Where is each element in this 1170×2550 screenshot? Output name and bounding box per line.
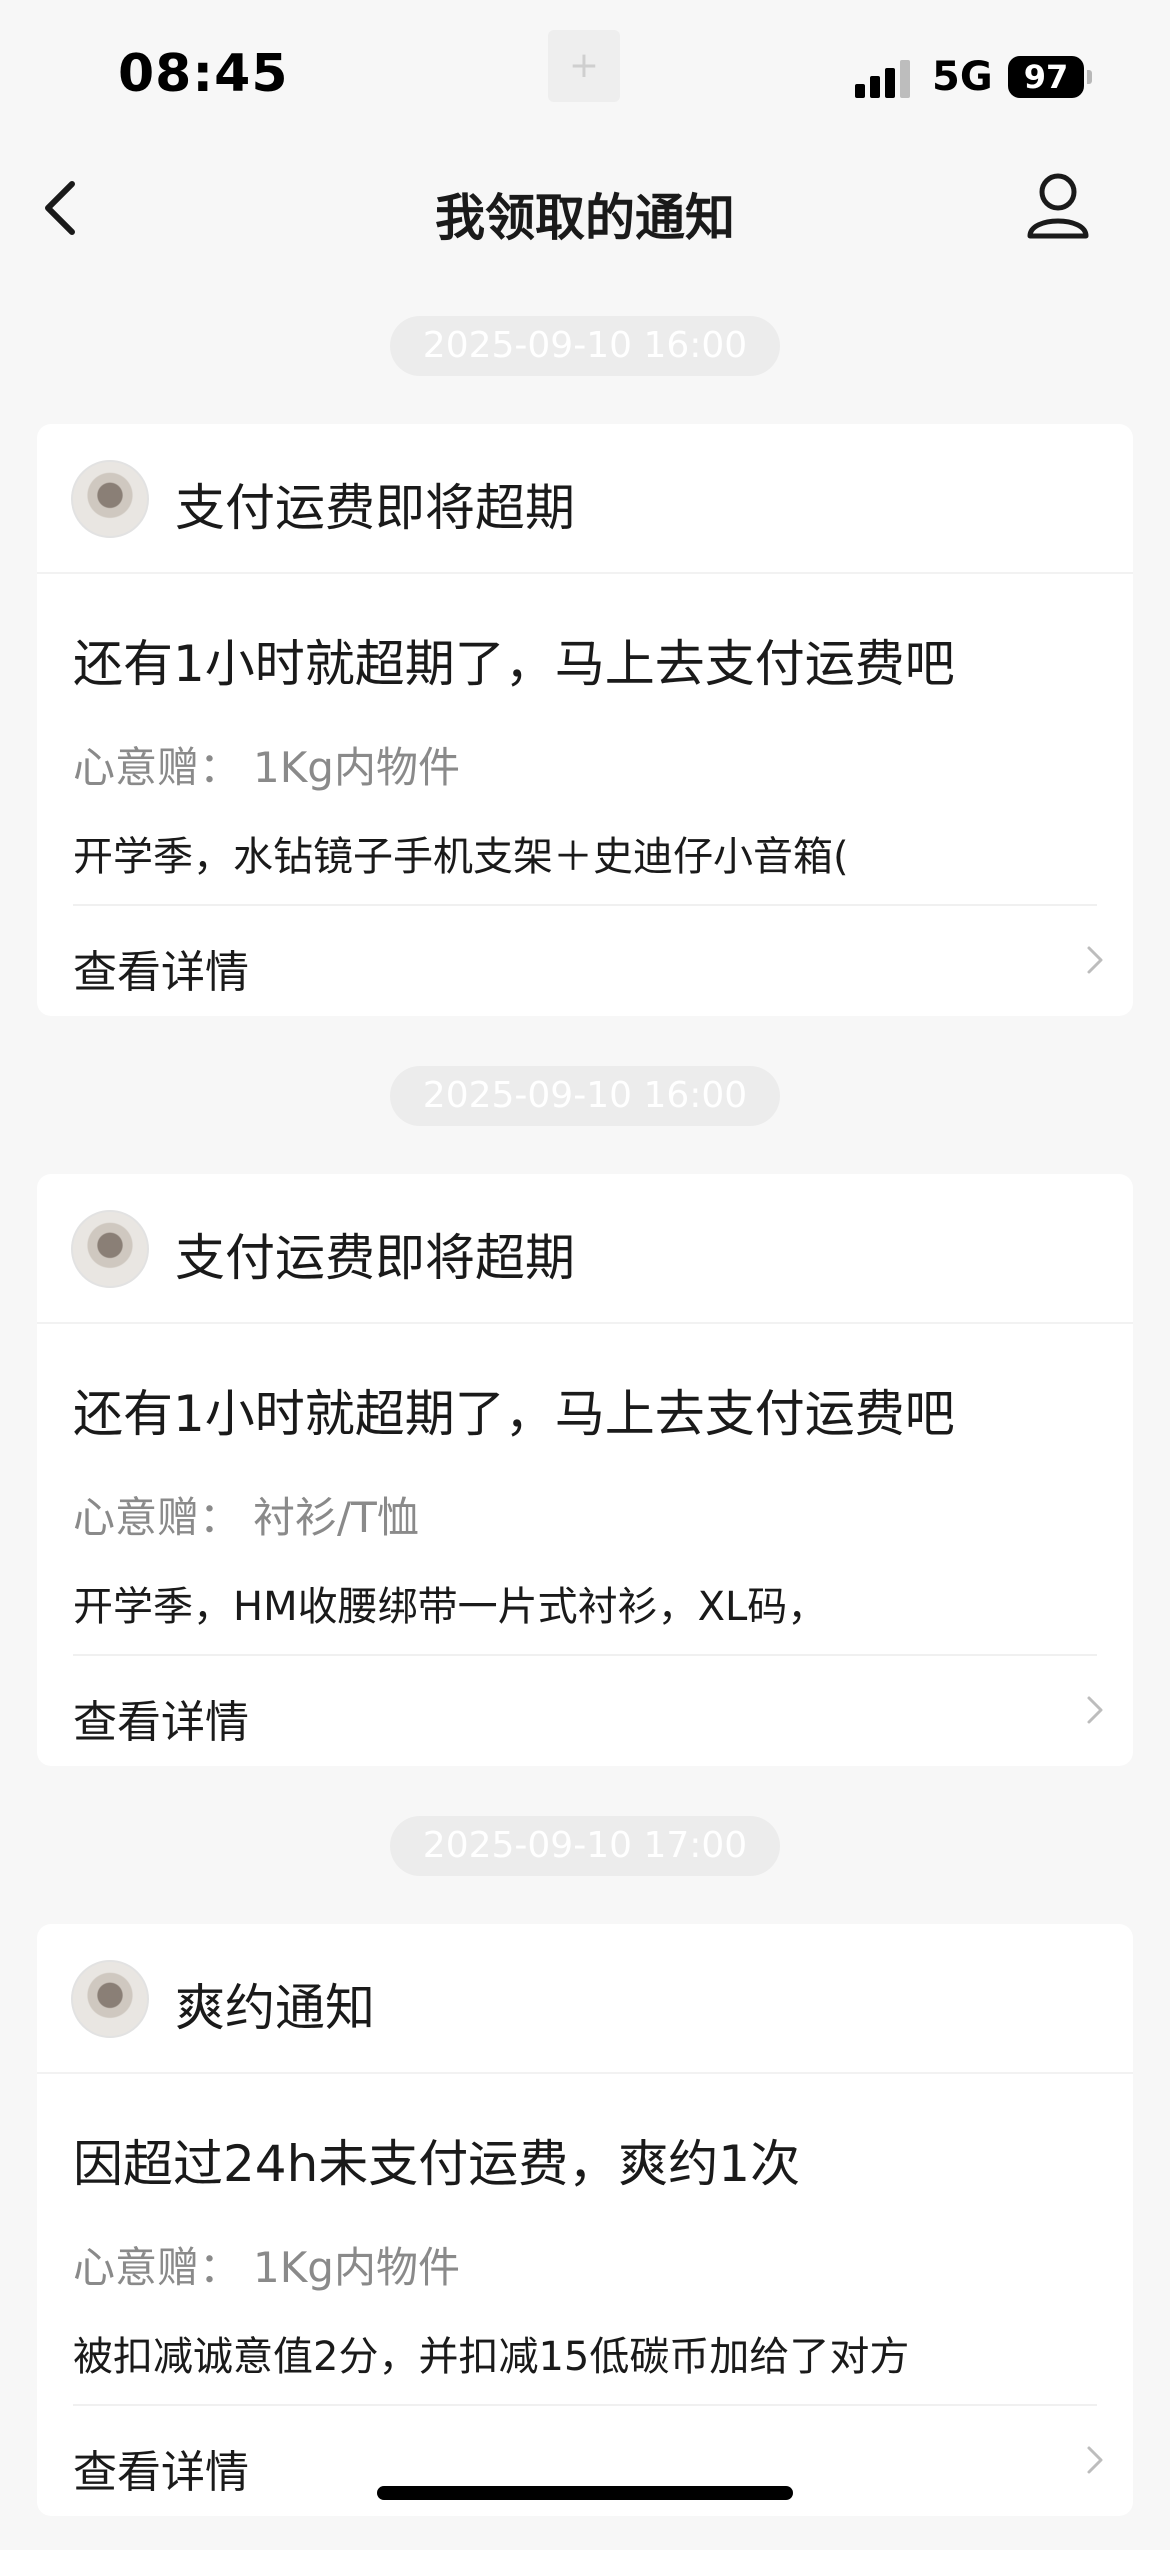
gift-value: 1Kg内物件 (253, 743, 460, 792)
view-details-button[interactable]: 查看详情 (37, 1656, 1133, 1766)
signal-icon (855, 58, 915, 98)
notification-card: 支付运费即将超期 还有1小时就超期了，马上去支付运费吧 心意赠： 衬衫/T恤 开学… (37, 1174, 1133, 1766)
card-header: 爽约通知 (37, 1924, 1133, 2074)
page-title: 我领取的通知 (435, 189, 735, 247)
card-description: 开学季，HM收腰绑带一片式衬衫，XL码， (73, 1584, 828, 1630)
home-indicator[interactable] (377, 2486, 793, 2500)
plus-icon: + (548, 30, 620, 102)
gift-label: 心意赠： (73, 1493, 242, 1542)
card-message: 还有1小时就超期了，马上去支付运费吧 (73, 635, 955, 693)
card-message: 还有1小时就超期了，马上去支付运费吧 (73, 1385, 955, 1443)
gift-info: 心意赠： 1Kg内物件 (73, 734, 460, 795)
avatar[interactable] (71, 460, 149, 538)
notification-group: 2025-09-10 17:00 爽约通知 因超过24h未支付运费，爽约1次 心… (0, 1800, 1170, 2550)
notification-group: 2025-09-10 16:00 支付运费即将超期 还有1小时就超期了，马上去支… (0, 300, 1170, 1050)
card-header: 支付运费即将超期 (37, 1174, 1133, 1324)
notification-card: 支付运费即将超期 还有1小时就超期了，马上去支付运费吧 心意赠： 1Kg内物件 开… (37, 424, 1133, 1016)
avatar[interactable] (71, 1960, 149, 2038)
timestamp-pill: 2025-09-10 17:00 (390, 1816, 780, 1876)
gift-info: 心意赠： 衬衫/T恤 (73, 1484, 419, 1545)
battery-icon: 97 (1008, 56, 1084, 98)
chevron-right-icon (1087, 1696, 1103, 1724)
network-label: 5G (932, 54, 993, 100)
view-details-label: 查看详情 (73, 947, 249, 998)
gift-label: 心意赠： (73, 2243, 242, 2292)
card-description: 被扣减诚意值2分，并扣减15低碳币加给了对方 (73, 2334, 910, 2380)
gift-label: 心意赠： (73, 743, 242, 792)
notification-card: 爽约通知 因超过24h未支付运费，爽约1次 心意赠： 1Kg内物件 被扣减诚意值2… (37, 1924, 1133, 2516)
timestamp-pill: 2025-09-10 16:00 (390, 1066, 780, 1126)
chevron-right-icon (1087, 2446, 1103, 2474)
battery-level: 97 (1023, 58, 1069, 96)
status-time: 08:45 (118, 44, 289, 104)
notification-feed[interactable]: 2025-09-10 16:00 支付运费即将超期 还有1小时就超期了，马上去支… (0, 300, 1170, 2550)
profile-button[interactable] (1018, 166, 1098, 246)
gift-info: 心意赠： 1Kg内物件 (73, 2234, 460, 2295)
gift-value: 衬衫/T恤 (253, 1493, 419, 1542)
card-title: 爽约通知 (175, 1979, 375, 2037)
avatar[interactable] (71, 1210, 149, 1288)
user-icon (1027, 173, 1089, 239)
view-details-label: 查看详情 (73, 1697, 249, 1748)
view-details-button[interactable]: 查看详情 (37, 906, 1133, 1016)
status-bar: 08:45 + 5G 97 (0, 0, 1170, 150)
view-details-label: 查看详情 (73, 2447, 249, 2498)
battery-tip (1087, 70, 1092, 84)
gift-value: 1Kg内物件 (253, 2243, 460, 2292)
card-message: 因超过24h未支付运费，爽约1次 (73, 2135, 801, 2193)
timestamp-pill: 2025-09-10 16:00 (390, 316, 780, 376)
notification-group: 2025-09-10 16:00 支付运费即将超期 还有1小时就超期了，马上去支… (0, 1050, 1170, 1800)
chevron-right-icon (1087, 946, 1103, 974)
card-description: 开学季，水钻镜子手机支架＋史迪仔小音箱( (73, 834, 849, 880)
card-title: 支付运费即将超期 (175, 479, 575, 537)
nav-bar: 我领取的通知 (0, 150, 1170, 266)
card-header: 支付运费即将超期 (37, 424, 1133, 574)
card-title: 支付运费即将超期 (175, 1229, 575, 1287)
